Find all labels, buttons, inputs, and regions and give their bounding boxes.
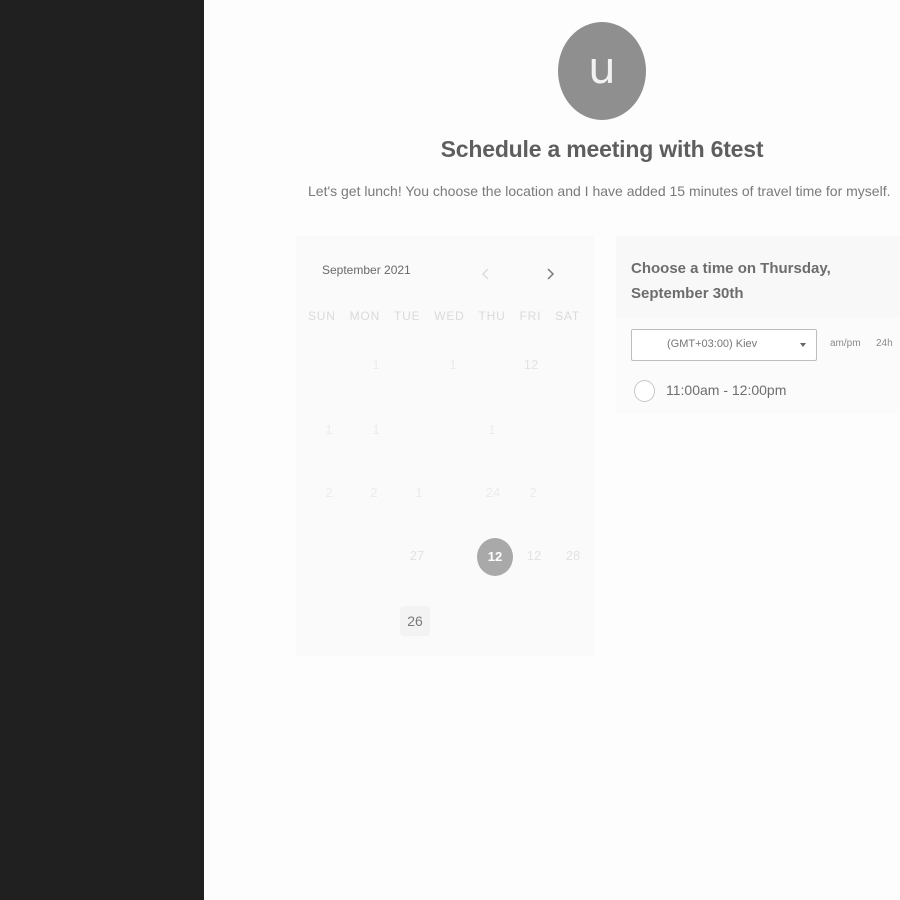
weekday-wed: WED [434, 309, 465, 323]
calendar-day: 1 [325, 422, 333, 437]
weekday-sun: SUN [308, 309, 336, 323]
avatar-initial: u [588, 43, 616, 94]
time-panel-header: Choose a time on Thursday, September 30t… [616, 236, 900, 318]
booking-page: u Schedule a meeting with 6test Let's ge… [204, 0, 900, 900]
dark-side-panel [0, 0, 204, 900]
selected-day[interactable]: 12 [477, 538, 513, 576]
time-slot-label: 11:00am - 12:00pm [666, 382, 787, 398]
calendar-day: 1 [488, 422, 496, 437]
ampm-format-toggle[interactable]: am/pm [830, 338, 861, 349]
calendar-day[interactable]: 26 [400, 606, 430, 636]
calendar-day: 2 [370, 485, 378, 500]
event-description: Let's get lunch! You choose the location… [308, 183, 891, 199]
calendar-day: 28 [565, 548, 581, 563]
calendar-day: 27 [409, 548, 425, 563]
host-avatar: u [558, 22, 646, 120]
timezone-select[interactable]: (GMT+03:00) Kiev [631, 329, 817, 361]
calendar-day: 1 [449, 357, 457, 372]
calendar-day: 12 [523, 357, 539, 372]
page-title: Schedule a meeting with 6test [440, 136, 764, 162]
time-slot-radio[interactable] [634, 380, 655, 402]
weekday-mon: MON [349, 309, 381, 323]
calendar-day: 12 [526, 548, 542, 563]
calendar-day: 2 [529, 485, 537, 500]
calendar-day: 1 [372, 422, 380, 437]
weekday-tue: TUE [393, 309, 421, 323]
chevron-right-icon [547, 268, 555, 280]
weekday-sat: SAT [555, 309, 580, 323]
timezone-value: (GMT+03:00) Kiev [667, 338, 758, 350]
month-label: September 2021 [322, 263, 411, 277]
weekday-thu: THU [478, 309, 506, 323]
24h-format-toggle[interactable]: 24h [876, 338, 893, 349]
calendar-day: 1 [372, 357, 380, 372]
time-selection-panel: Choose a time on Thursday, September 30t… [616, 236, 900, 414]
calendar-day: 1 [415, 485, 423, 500]
weekday-header: SUN MON TUE WED THU FRI SAT [308, 309, 580, 323]
chevron-left-icon [481, 268, 489, 280]
calendar-day: 2 [325, 485, 333, 500]
weekday-fri: FRI [519, 309, 542, 323]
date-picker: September 2021 SUN MON TUE WED THU FRI S… [296, 236, 594, 656]
next-month-button[interactable] [540, 264, 560, 284]
calendar-day: 24 [485, 485, 501, 500]
time-panel-title: Choose a time on Thursday, September 30t… [631, 260, 831, 302]
caret-down-icon [800, 343, 806, 347]
prev-month-button[interactable] [476, 264, 496, 284]
